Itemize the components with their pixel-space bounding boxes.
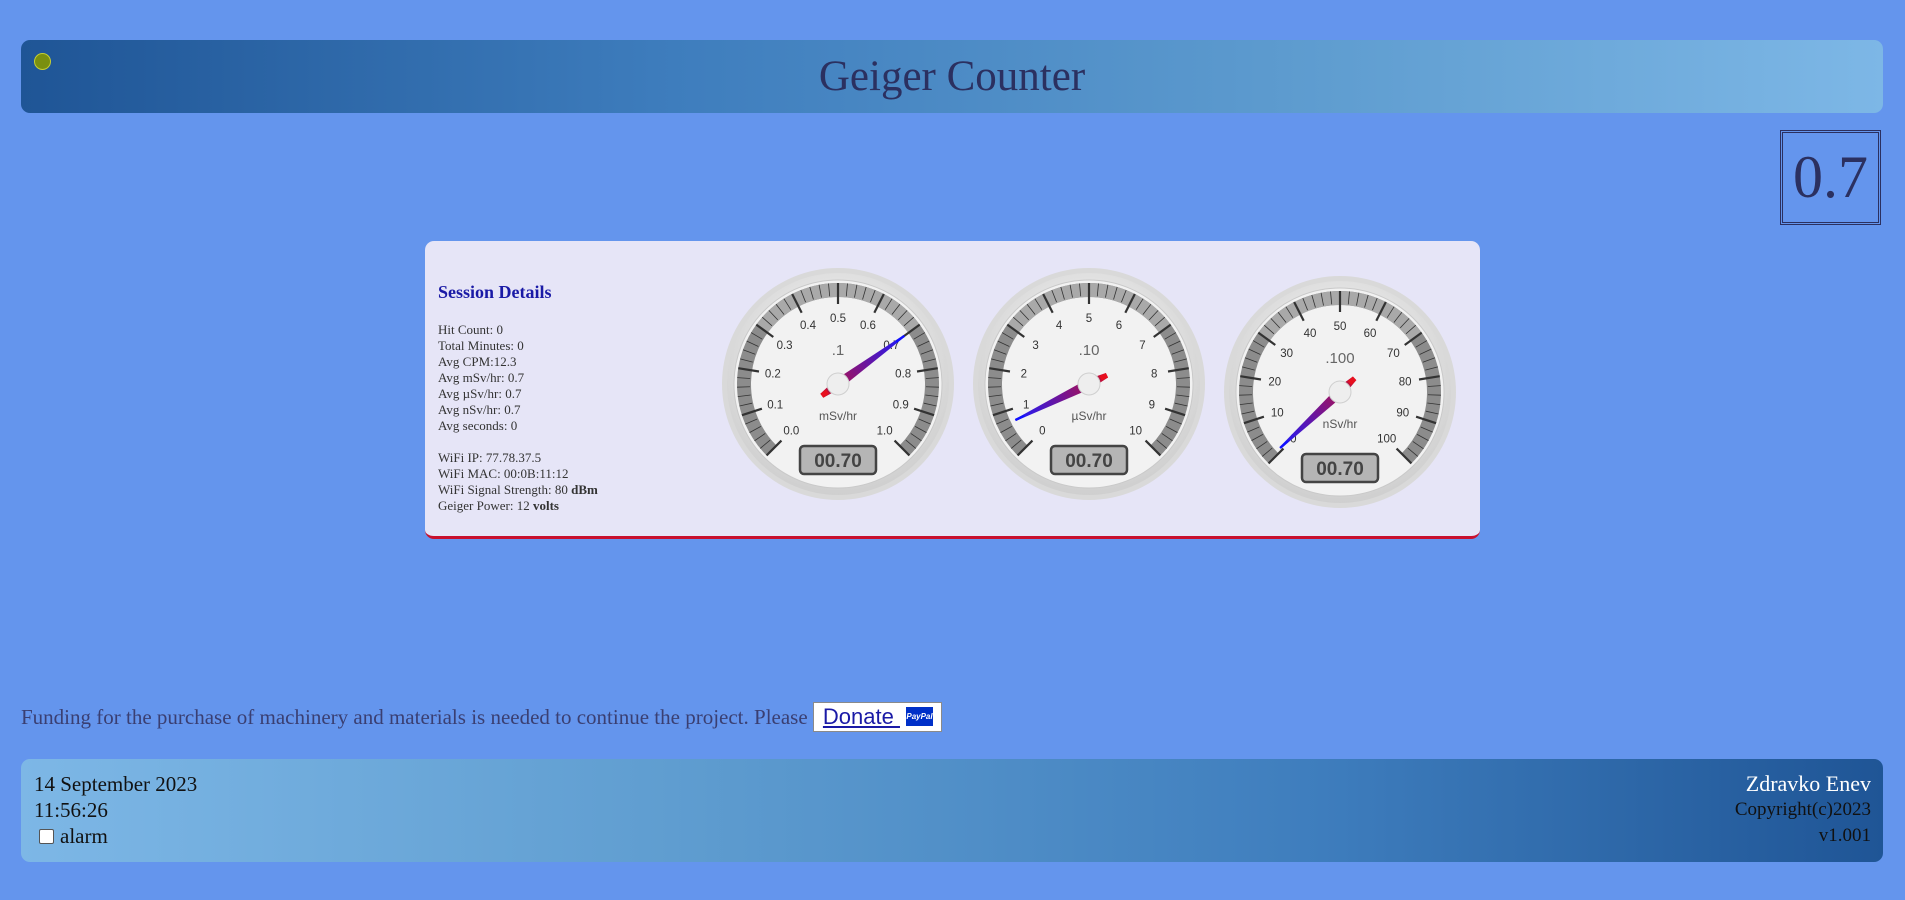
avg-nsv: Avg nSv/hr: 0.7 xyxy=(438,402,521,417)
gauge-nsv: 0102030405060708090100.100nSv/hr00.70 xyxy=(1224,276,1456,508)
total-minutes: Total Minutes: 0 xyxy=(438,338,524,353)
gauge-tick-label: 0.3 xyxy=(777,340,793,352)
gauge-tick-label: 6 xyxy=(1116,320,1122,332)
gauge-tick-label: 30 xyxy=(1280,348,1293,360)
author-name: Zdravko Enev xyxy=(1745,771,1871,796)
gauge-tick-label: 90 xyxy=(1396,407,1409,419)
donate-button[interactable]: Donate PayPal xyxy=(812,702,942,733)
gauge-tick-label: 9 xyxy=(1149,399,1155,411)
gauge-tick-label: 0.6 xyxy=(860,320,876,332)
gauge-tick-label: 1 xyxy=(1023,399,1029,411)
header-bar: Geiger Counter xyxy=(21,40,1883,113)
current-date: 14 September 2023 xyxy=(34,772,198,796)
gauge-multiplier: .10 xyxy=(1079,342,1100,359)
gauge-tick-label: 0.1 xyxy=(767,399,783,411)
gauge-unit: µSv/hr xyxy=(1072,409,1107,423)
gauge-tick-label: 20 xyxy=(1268,377,1281,389)
avg-cpm: Avg CPM:12.3 xyxy=(438,354,517,369)
page-title: Geiger Counter xyxy=(818,53,1086,100)
current-reading: 0.7 xyxy=(1780,130,1881,225)
hit-count: Hit Count: 0 xyxy=(438,322,504,337)
gauge-tick-label: 80 xyxy=(1399,377,1412,389)
gauge-tick-label: 1.0 xyxy=(877,426,893,438)
footer-right: Zdravko Enev Copyright(c)2023 v1.001 xyxy=(1735,771,1871,849)
alarm-label: alarm xyxy=(60,824,108,848)
current-time: 11:56:26 xyxy=(34,798,108,822)
version: v1.001 xyxy=(1818,825,1871,846)
copyright: Copyright(c)2023 xyxy=(1734,799,1871,820)
gauge-tick-label: 100 xyxy=(1377,434,1396,446)
gauge-tick-label: 5 xyxy=(1086,313,1092,325)
session-title: Session Details xyxy=(438,282,552,302)
gauge-tick-label: 0.8 xyxy=(895,369,911,381)
wifi-ip: WiFi IP: 77.78.37.5 xyxy=(438,450,542,465)
gauge-hub xyxy=(1077,372,1101,396)
wifi-signal: WiFi Signal Strength: 80 dBm xyxy=(438,482,598,497)
gauge-tick-label: 4 xyxy=(1056,320,1063,332)
gauge-msv: 0.00.10.20.30.40.50.60.70.80.91.0.1mSv/h… xyxy=(722,268,954,500)
footer-bar: 14 September 2023 11:56:26 alarm Zdravko… xyxy=(21,759,1883,862)
gauge-tick-label: 7 xyxy=(1139,340,1145,352)
gauge-tick-label: 70 xyxy=(1387,348,1400,360)
gauge-tick-label: 40 xyxy=(1304,328,1317,340)
gauge-tick-label: 0 xyxy=(1039,426,1045,438)
footer-left: 14 September 2023 11:56:26 alarm xyxy=(34,771,197,849)
gauge-tick-label: 10 xyxy=(1129,426,1142,438)
session-details: Session Details Hit Count: 0 Total Minut… xyxy=(438,280,698,514)
gauge-tick-label: 8 xyxy=(1151,369,1157,381)
alarm-checkbox[interactable] xyxy=(39,828,54,844)
gauge-tick-label: 60 xyxy=(1364,328,1377,340)
gauge-tick-label: 0.9 xyxy=(893,399,909,411)
gauge-readout: 00.70 xyxy=(1316,459,1364,480)
geiger-power: Geiger Power: 12 volts xyxy=(438,498,559,513)
gauge-tick-label: 2 xyxy=(1021,369,1027,381)
gauge-tick-label: 0.0 xyxy=(783,426,799,438)
gauge-readout: 00.70 xyxy=(814,451,862,472)
gauge-tick-label: 0.2 xyxy=(765,369,781,381)
gauge-readout: 00.70 xyxy=(1065,451,1113,472)
gauge-multiplier: .1 xyxy=(832,342,845,359)
wifi-mac: WiFi MAC: 00:0B:11:12 xyxy=(438,466,569,481)
avg-seconds: Avg seconds: 0 xyxy=(438,418,518,433)
gauge-multiplier: .100 xyxy=(1325,350,1354,367)
funding-message: Funding for the purchase of machinery an… xyxy=(21,701,942,734)
gauge-hub xyxy=(826,372,850,396)
gauge-tick-label: 3 xyxy=(1032,340,1038,352)
gauge-unit: mSv/hr xyxy=(819,409,857,423)
paypal-icon: PayPal xyxy=(905,706,933,726)
gauge-hub xyxy=(1328,380,1352,404)
session-panel: Session Details Hit Count: 0 Total Minut… xyxy=(425,241,1480,539)
gauge-usv: 0 1 2 3 4 5 6 7 8 9 10 .10 µSv/hr 00.70 xyxy=(973,268,1205,500)
avg-usv: Avg µSv/hr: 0.7 xyxy=(438,386,522,401)
gauge-tick-label: 50 xyxy=(1334,321,1347,333)
gauge-unit: nSv/hr xyxy=(1323,417,1358,431)
avg-msv: Avg mSv/hr: 0.7 xyxy=(438,370,525,385)
gauge-tick-label: 10 xyxy=(1271,407,1284,419)
gauge-tick-label: 0.5 xyxy=(830,313,846,325)
gauge-tick-label: 0.4 xyxy=(800,320,817,332)
alarm-toggle[interactable]: alarm xyxy=(34,823,197,849)
